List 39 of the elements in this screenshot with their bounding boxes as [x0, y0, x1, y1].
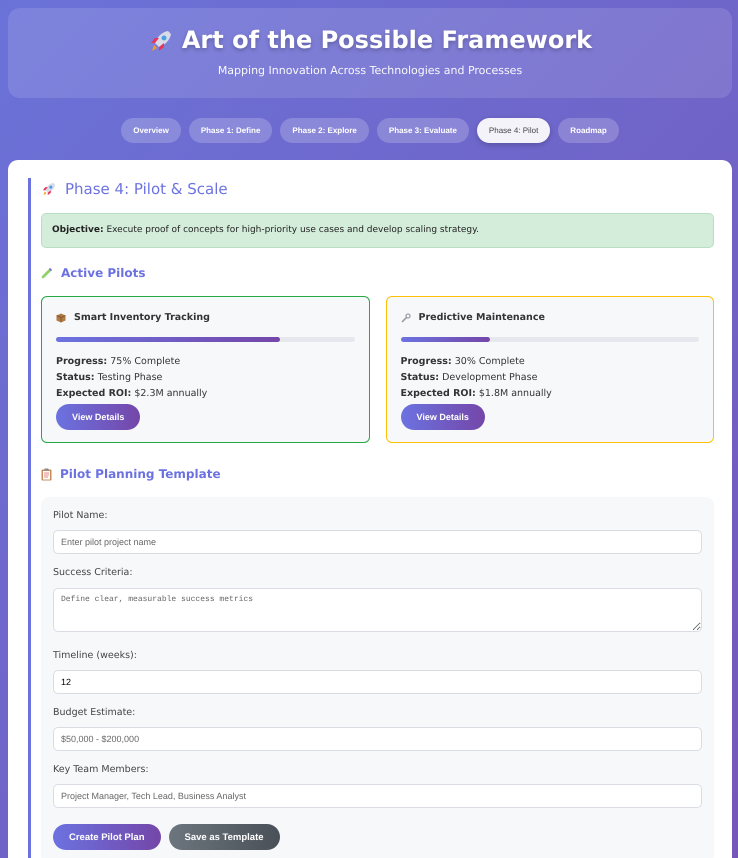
save-button[interactable]: Save as Template	[168, 824, 280, 850]
pilot-detail: Progress: 30% Complete	[400, 355, 526, 370]
box-icon	[56, 313, 66, 324]
pilot-name: Predictive Maintenance	[418, 311, 545, 325]
nav-tab[interactable]: Phase 2: Explore	[280, 118, 369, 143]
nav-tab[interactable]: Roadmap	[558, 118, 619, 143]
page-title: Art of the Possible Framework	[182, 26, 592, 56]
create-button[interactable]: Create Pilot Plan	[53, 824, 160, 850]
clipboard-icon	[41, 468, 52, 480]
wrench-icon	[400, 313, 410, 324]
view-details-button[interactable]: View Details	[400, 404, 485, 430]
view-details-button[interactable]: View Details	[56, 404, 140, 430]
input-field[interactable]: $50,000 - $200,000	[53, 727, 702, 751]
field-label: Pilot Name:	[53, 509, 109, 523]
pilot-detail: Status: Development Phase	[400, 371, 538, 386]
objective-note: Objective: Execute proof of concepts for high-priority use cases and develop scaling strategy.	[41, 212, 714, 248]
pilot-detail: Expected ROI: $2.3M annually	[56, 387, 208, 402]
field-label: Key Team Members:	[53, 763, 150, 777]
input-field[interactable]: Project Manager, Tech Lead, Business Analyst	[53, 784, 702, 808]
field-label: Timeline (weeks):	[53, 648, 138, 662]
nav-tab[interactable]: Phase 4: Pilot	[476, 118, 550, 143]
pilot-detail: Expected ROI: $1.8M annually	[400, 387, 553, 402]
phase-title: Phase 4: Pilot & Scale	[65, 179, 228, 200]
section-heading: Active Pilots	[61, 265, 146, 282]
field-label: Budget Estimate:	[53, 706, 136, 720]
rocket-icon	[41, 181, 57, 198]
pilot-detail: Progress: 75% Complete	[56, 355, 182, 370]
section-heading: Pilot Planning Template	[60, 466, 221, 483]
field-label: Success Criteria:	[53, 566, 134, 580]
nav-tab[interactable]: Phase 3: Evaluate	[376, 118, 469, 143]
text-area[interactable]: Define clear, measurable success metrics	[53, 588, 702, 632]
input-field[interactable]: 12	[53, 670, 702, 694]
pilot-name: Smart Inventory Tracking	[74, 311, 210, 325]
input-field[interactable]: Enter pilot project name	[53, 530, 702, 554]
pilot-detail: Status: Testing Phase	[56, 371, 164, 386]
nav-tab[interactable]: Overview	[121, 118, 181, 143]
nav-tab[interactable]: Phase 1: Define	[188, 118, 272, 143]
test-tube-icon	[41, 267, 53, 279]
page-subtitle: Mapping Innovation Across Technologies and Processes	[218, 63, 522, 80]
